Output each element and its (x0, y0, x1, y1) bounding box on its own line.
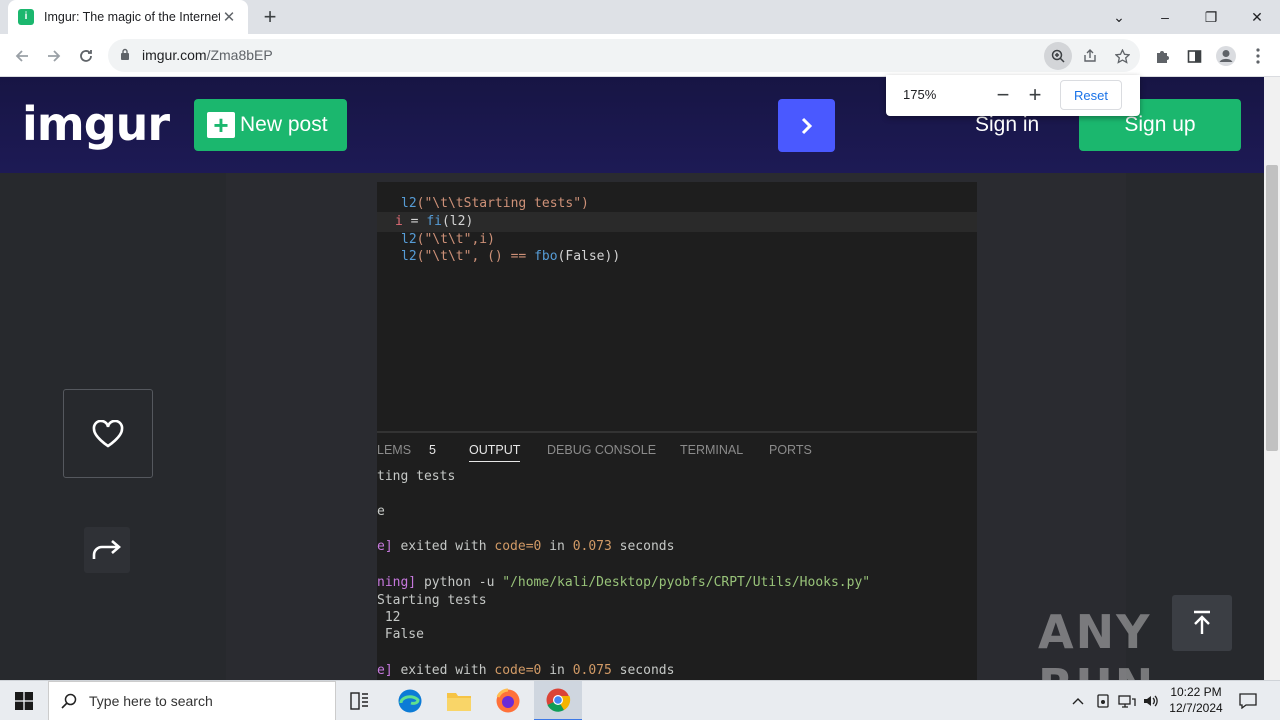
volume-icon[interactable] (1140, 681, 1162, 720)
tab-debug-console: DEBUG CONSOLE (547, 443, 657, 457)
share-button[interactable] (84, 527, 130, 573)
chrome-app-active[interactable] (534, 681, 582, 720)
lock-icon (121, 48, 129, 60)
problems-count-badge: 5 (429, 443, 436, 457)
chevron-right-icon (801, 117, 812, 134)
search-placeholder: Type here to search (89, 693, 213, 709)
zoom-out-button[interactable]: − (990, 82, 1016, 108)
address-bar[interactable]: imgur.com/Zma8bEP (108, 39, 1140, 72)
tab-close-icon[interactable]: ✕ (220, 8, 238, 26)
zoom-level: 175% (903, 87, 937, 102)
heart-icon (92, 419, 124, 448)
tab-output: OUTPUT (469, 443, 521, 462)
back-arrow-icon (15, 50, 28, 62)
url-text: imgur.com/Zma8bEP (142, 47, 273, 63)
search-icon (61, 693, 77, 709)
tray-overflow-chevron-icon[interactable] (1068, 681, 1088, 720)
share-icon[interactable] (1076, 42, 1104, 70)
back-button[interactable] (9, 43, 35, 69)
output-panel: LEMS 5 OUTPUT DEBUG CONSOLE TERMINAL POR… (377, 431, 977, 680)
sign-in-link[interactable]: Sign in (975, 113, 1039, 137)
forward-button[interactable] (41, 43, 67, 69)
close-window-button[interactable]: ✕ (1234, 0, 1280, 34)
output-line-4: ning] python -u "/home/kali/Desktop/pyob… (377, 575, 871, 590)
output-line-7: False (377, 627, 424, 642)
plus-icon: + (207, 112, 235, 138)
file-explorer-app[interactable] (435, 681, 483, 720)
windows-taskbar: Type here to search 10:22 PM 12/7/2024 (0, 680, 1280, 720)
output-line-2: e (377, 504, 385, 519)
clock-time: 10:22 PM (1170, 685, 1222, 699)
imgur-logo[interactable]: imgur (22, 97, 170, 151)
start-button[interactable] (0, 681, 48, 720)
extensions-puzzle-icon[interactable] (1150, 44, 1174, 68)
imgur-page: imgur + New post Sign in Sign up l2("\t\… (0, 77, 1264, 680)
new-post-button[interactable]: + New post (194, 99, 347, 151)
code-line-2: i = fi(l2) (395, 214, 474, 229)
forward-arrow-icon (48, 50, 61, 62)
zoom-popup: 175% − + Reset (886, 75, 1140, 116)
code-line-3: l2("\t\t",i) (401, 232, 495, 247)
zoom-in-button[interactable]: + (1022, 82, 1048, 108)
code-line-4: l2("\t\t", () == fbo(False)) (401, 249, 621, 264)
taskbar-clock[interactable]: 10:22 PM 12/7/2024 (1164, 684, 1228, 716)
restore-button[interactable]: ❐ (1188, 0, 1234, 34)
firefox-app[interactable] (484, 681, 532, 720)
device-status-icon[interactable] (1092, 681, 1114, 720)
task-view-button[interactable] (336, 681, 384, 720)
tab-problems: LEMS (377, 443, 412, 457)
imgur-favicon-icon: i (18, 9, 34, 25)
code-line-1: l2("\t\tStarting tests") (401, 196, 589, 211)
tab-terminal: TERMINAL (680, 443, 744, 457)
output-line-6: 12 (377, 610, 401, 625)
edge-icon (398, 689, 422, 713)
network-icon[interactable] (1116, 681, 1138, 720)
firefox-icon (496, 688, 520, 713)
share-arrow-icon (92, 540, 121, 559)
zoom-icon[interactable] (1044, 42, 1072, 70)
browser-toolbar: imgur.com/Zma8bEP (0, 34, 1280, 77)
minimize-button[interactable]: – (1142, 0, 1188, 34)
browser-tab-imgur[interactable]: i Imgur: The magic of the Internet ✕ (8, 0, 248, 34)
bookmark-star-icon[interactable] (1108, 42, 1136, 70)
task-view-icon (350, 692, 368, 710)
new-post-label: New post (240, 113, 328, 136)
arrow-up-icon (1194, 610, 1210, 634)
scroll-to-top-button[interactable] (1172, 595, 1232, 651)
profile-avatar-icon[interactable] (1214, 44, 1238, 68)
next-post-button[interactable] (778, 99, 835, 152)
output-line-1: ting tests (377, 469, 456, 484)
taskbar-search-box[interactable]: Type here to search (48, 681, 336, 720)
page-scrollbar[interactable] (1264, 77, 1280, 680)
tab-ports: PORTS (769, 443, 812, 457)
reload-button[interactable] (73, 43, 99, 69)
zoom-reset-button[interactable]: Reset (1060, 80, 1122, 110)
output-line-3: e] exited with code=0 in 0.073 seconds (377, 539, 675, 554)
tab-title: Imgur: The magic of the Internet (44, 10, 220, 24)
output-line-8: e] exited with code=0 in 0.075 seconds (377, 663, 675, 678)
output-line-5: Starting tests (377, 593, 487, 608)
scrollbar-thumb[interactable] (1266, 165, 1278, 451)
reload-icon (80, 50, 92, 62)
side-panel-icon[interactable] (1182, 44, 1206, 68)
post-image-vscode-screenshot[interactable]: l2("\t\tStarting tests") i = fi(l2) l2("… (377, 182, 977, 680)
clock-date: 12/7/2024 (1169, 701, 1223, 715)
edge-app[interactable] (386, 681, 434, 720)
notification-icon (1239, 693, 1257, 709)
windows-logo-icon (15, 692, 33, 710)
like-button[interactable] (63, 389, 153, 478)
new-tab-button[interactable]: + (258, 5, 282, 29)
chrome-menu-icon[interactable] (1246, 44, 1270, 68)
browser-tab-strip: i Imgur: The magic of the Internet ✕ + ⌄… (0, 0, 1280, 34)
notifications-button[interactable] (1236, 681, 1260, 720)
code-editor: l2("\t\tStarting tests") i = fi(l2) l2("… (377, 182, 977, 432)
tab-search-dropdown-icon[interactable]: ⌄ (1096, 0, 1142, 34)
chrome-icon (546, 688, 571, 712)
folder-icon (447, 693, 471, 711)
